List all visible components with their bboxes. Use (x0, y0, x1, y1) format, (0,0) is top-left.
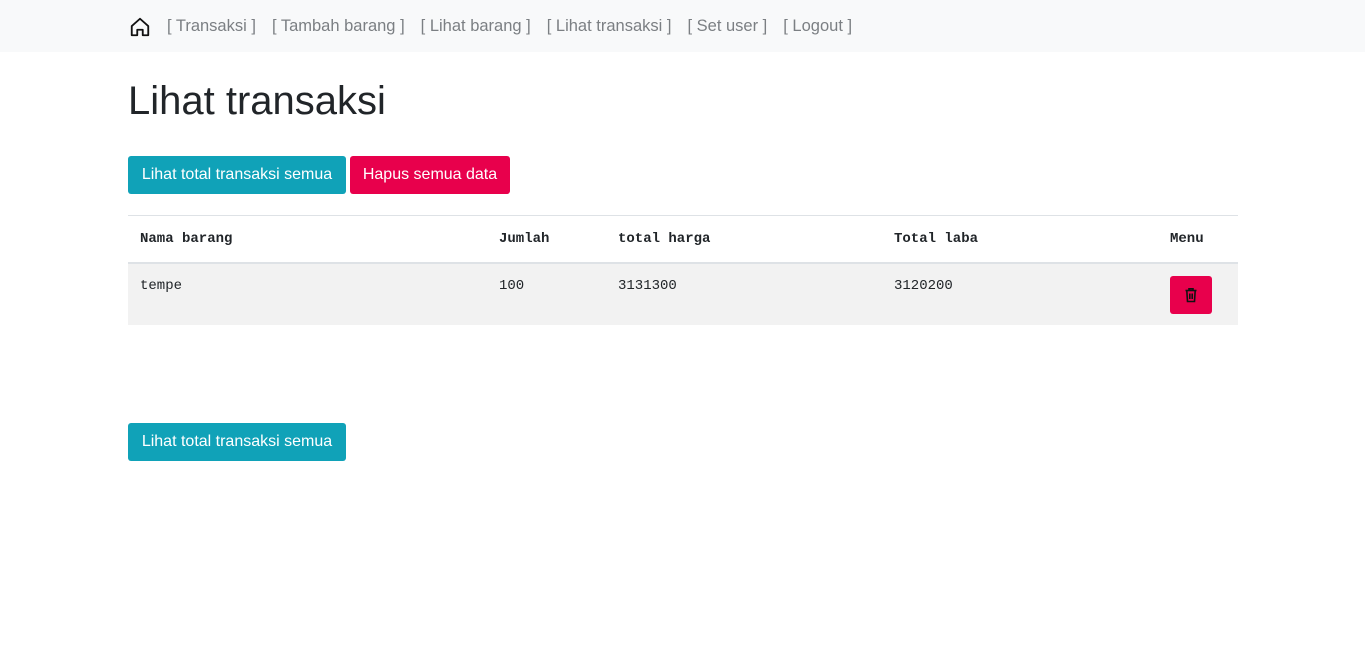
nav-link-logout[interactable]: [ Logout ] (783, 17, 852, 36)
nav-link-lihat-transaksi[interactable]: [ Lihat transaksi ] (547, 17, 672, 36)
nav-link-lihat-barang[interactable]: [ Lihat barang ] (421, 17, 531, 36)
nav-link-transaksi[interactable]: [ Transaksi ] (167, 17, 256, 36)
cell-jumlah: 100 (499, 277, 525, 294)
header-menu: Menu (1170, 230, 1204, 247)
header-total-harga: total harga (618, 230, 711, 247)
lihat-total-button-bottom[interactable]: Lihat total transaksi semua (128, 423, 346, 461)
lihat-total-button[interactable]: Lihat total transaksi semua (128, 156, 346, 194)
hapus-semua-button[interactable]: Hapus semua data (350, 156, 510, 194)
home-icon[interactable] (129, 16, 151, 38)
cell-menu (1158, 263, 1238, 325)
transaksi-table: Nama barang Jumlah total harga Total lab… (128, 215, 1238, 325)
delete-row-button[interactable] (1170, 275, 1212, 314)
nav-links: [ Transaksi ] [ Tambah barang ] [ Lihat … (128, 0, 868, 52)
cell-total-laba: 3120200 (894, 277, 953, 294)
nav-link-set-user[interactable]: [ Set user ] (687, 17, 767, 36)
page-title: Lihat transaksi (128, 79, 386, 123)
cell-total-harga: 3131300 (618, 277, 677, 294)
navbar: [ Transaksi ] [ Tambah barang ] [ Lihat … (0, 0, 1365, 52)
table-header-row: Nama barang Jumlah total harga Total lab… (128, 215, 1238, 263)
header-total-laba: Total laba (894, 230, 979, 247)
table-row: tempe 100 3131300 3120200 (128, 262, 1238, 325)
header-jumlah: Jumlah (499, 230, 550, 247)
trash-icon (1184, 287, 1198, 303)
cell-nama-barang: tempe (140, 277, 183, 294)
header-nama-barang: Nama barang (140, 230, 233, 247)
nav-link-tambah-barang[interactable]: [ Tambah barang ] (272, 17, 405, 36)
